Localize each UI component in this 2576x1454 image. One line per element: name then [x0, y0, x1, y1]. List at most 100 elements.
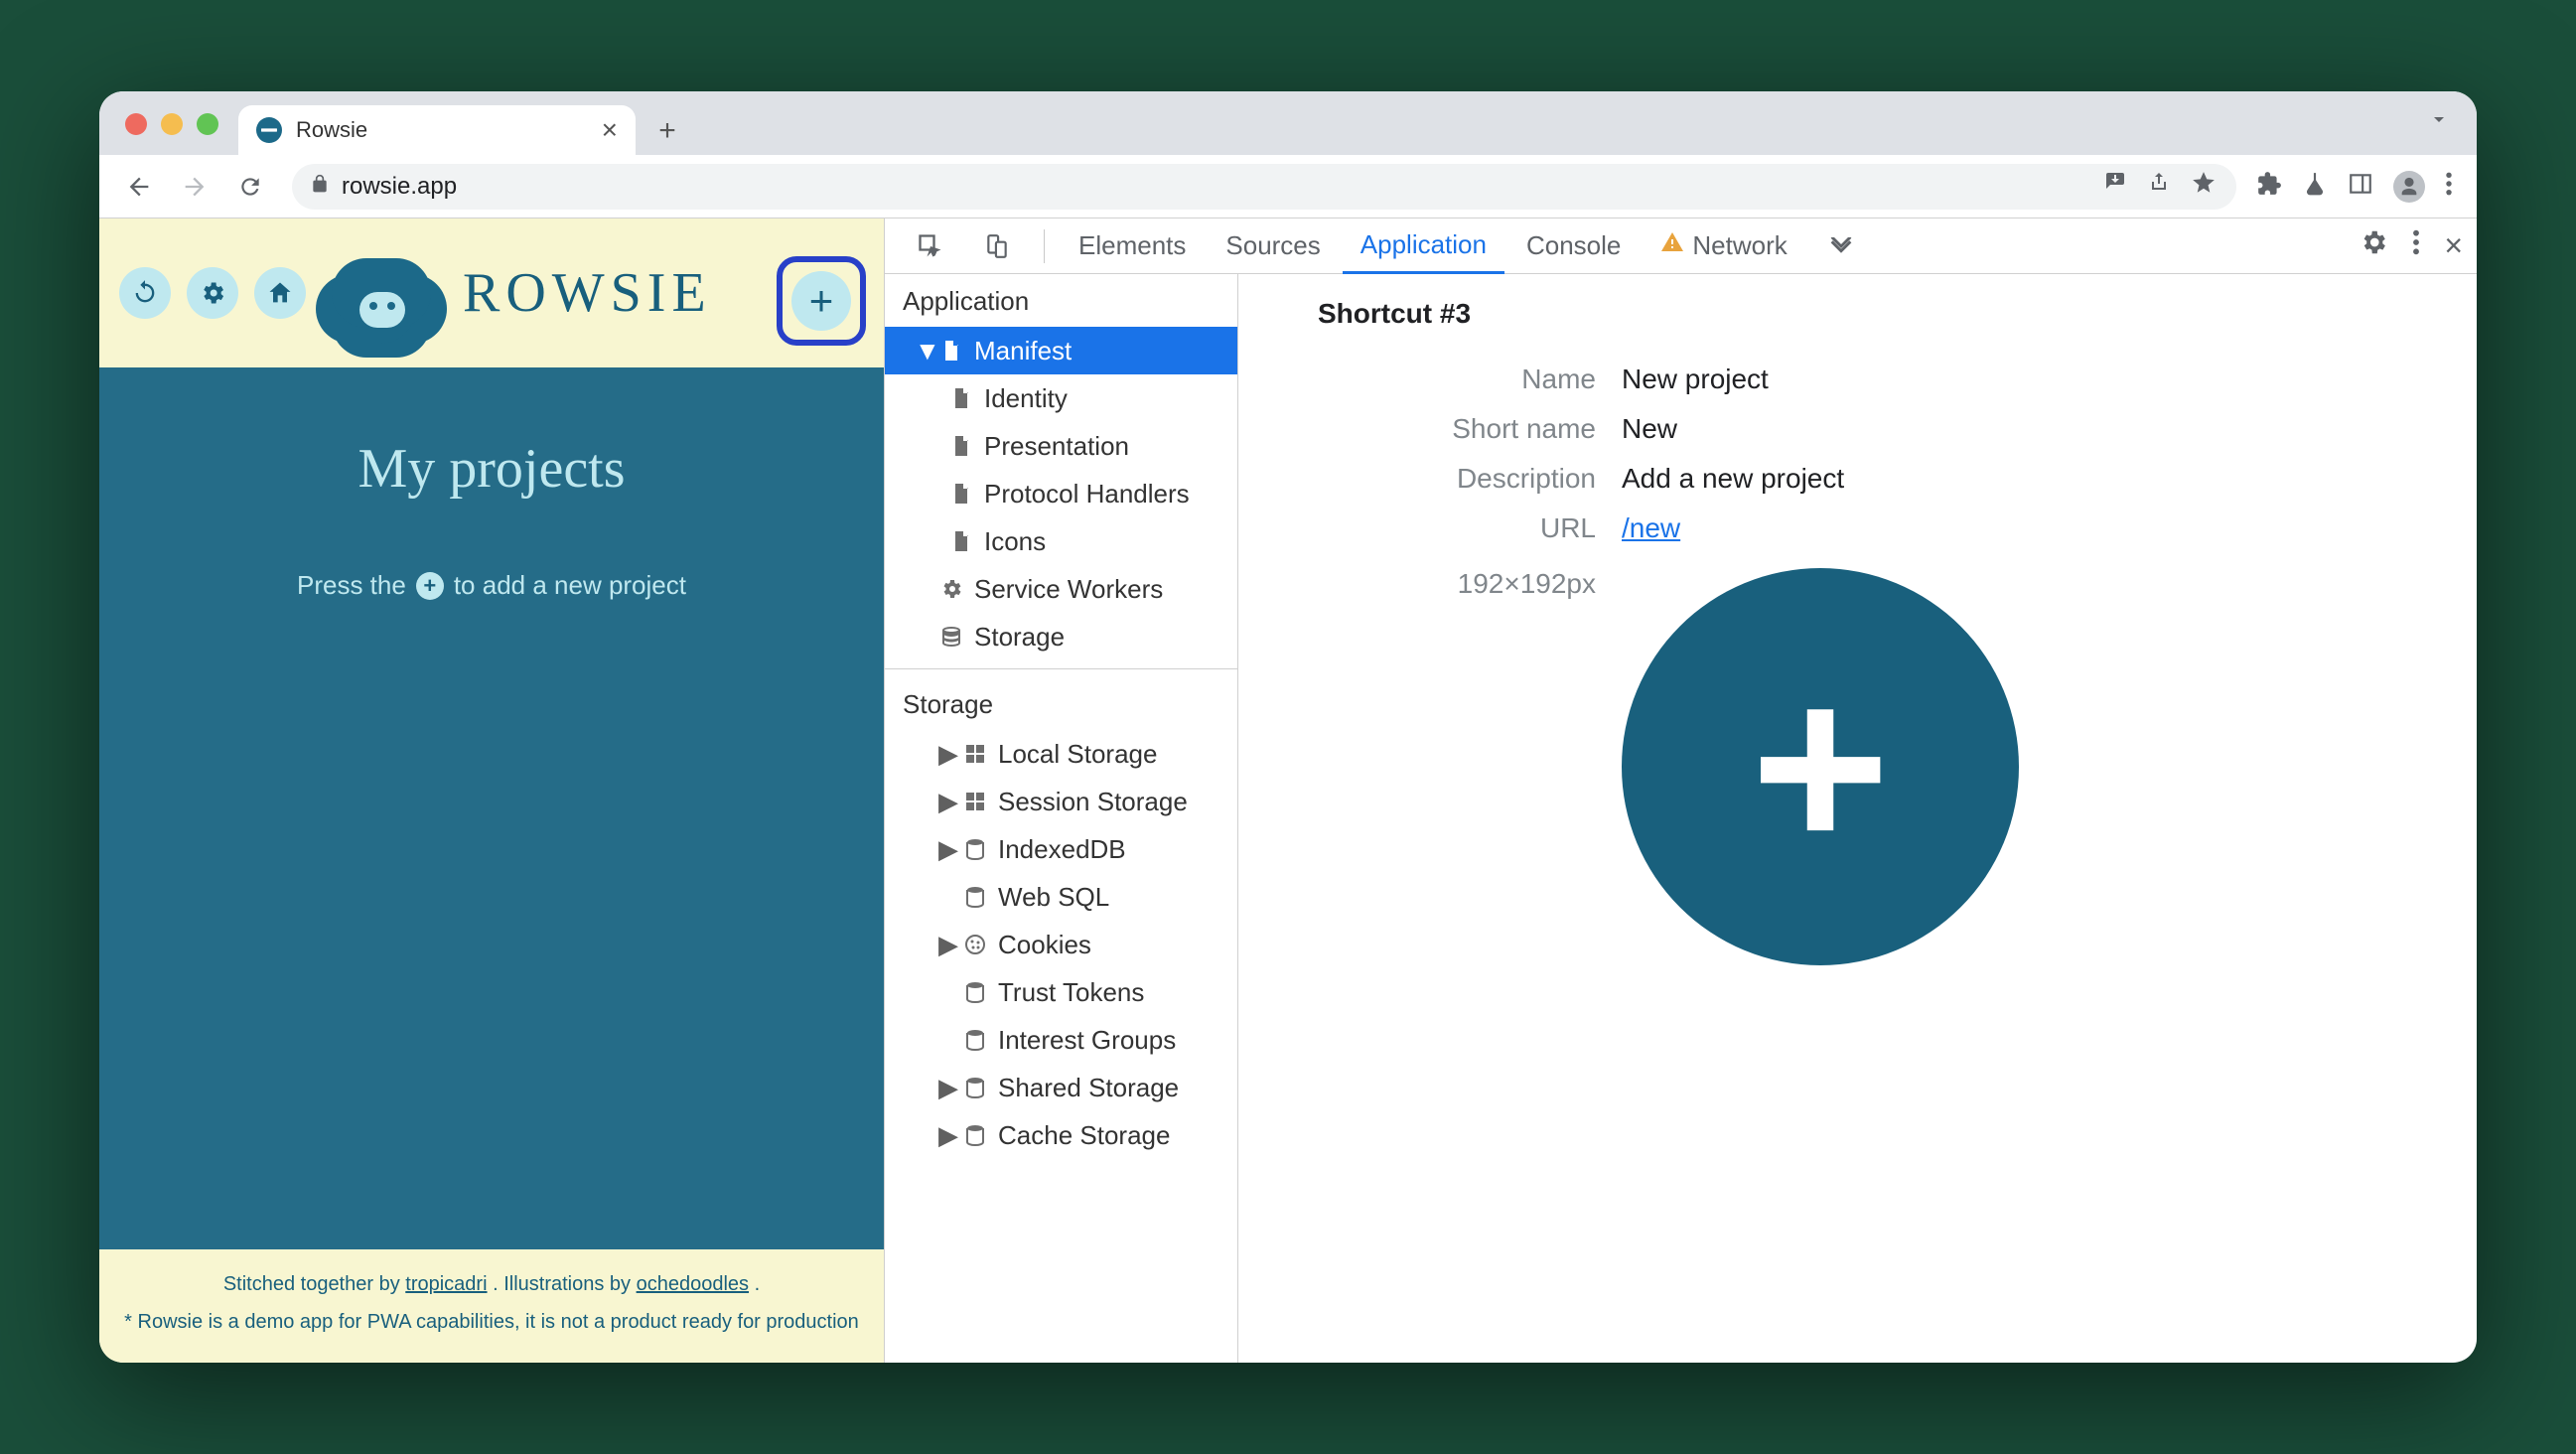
file-icon — [948, 481, 974, 507]
file-icon — [938, 338, 964, 364]
footer-suffix: . — [755, 1273, 761, 1295]
sidebar-item-storage[interactable]: Storage — [885, 613, 1237, 660]
tab-console[interactable]: Console — [1508, 218, 1639, 274]
sidebar-label: Shared Storage — [998, 1073, 1179, 1103]
maximize-window-button[interactable] — [197, 113, 218, 135]
devtools-close-icon[interactable]: × — [2444, 227, 2463, 264]
share-icon[interactable] — [2147, 170, 2171, 203]
window-controls — [125, 113, 218, 135]
extensions-icon[interactable] — [2256, 171, 2282, 202]
tab-elements[interactable]: Elements — [1061, 218, 1204, 274]
file-icon — [948, 433, 974, 459]
cookie-icon — [962, 932, 988, 957]
sidebar-item-websql[interactable]: Web SQL — [885, 873, 1237, 921]
sidebar-item-presentation[interactable]: Presentation — [885, 422, 1237, 470]
icon-dimensions-label: 192×192px — [1318, 568, 1596, 965]
group-application: Application — [885, 274, 1237, 327]
sidebar-item-manifest[interactable]: ▼ Manifest — [885, 327, 1237, 374]
browser-window: Rowsie × + — [99, 91, 2477, 1363]
bookmark-icon[interactable] — [2191, 170, 2217, 203]
sidebar-label: Storage — [974, 622, 1065, 653]
sidebar-label: Trust Tokens — [998, 977, 1144, 1008]
file-icon — [948, 528, 974, 554]
labs-icon[interactable] — [2302, 171, 2328, 202]
value-url-link[interactable]: /new — [1622, 512, 1680, 543]
devtools-menu-icon[interactable] — [2412, 228, 2420, 263]
sidebar-item-identity[interactable]: Identity — [885, 374, 1237, 422]
label-name: Name — [1318, 364, 1596, 395]
forward-button[interactable] — [173, 165, 216, 209]
devtools-settings-icon[interactable] — [2359, 227, 2388, 264]
database-icon — [962, 979, 988, 1005]
app-header: ROWSIE + — [99, 218, 884, 367]
footer-author-link[interactable]: tropicadri — [405, 1273, 487, 1295]
sidebar-item-idb[interactable]: ▶ IndexedDB — [885, 825, 1237, 873]
sidebar-item-ss[interactable]: ▶ Session Storage — [885, 778, 1237, 825]
devtools-content: Shortcut #3 Name New project Short name … — [1238, 274, 2477, 1363]
devtools-tabs: Elements Sources Application Console Net… — [885, 218, 2477, 274]
reload-button[interactable] — [228, 165, 272, 209]
sidebar-item-icons[interactable]: Icons — [885, 517, 1237, 565]
new-tab-button[interactable]: + — [644, 107, 691, 155]
app-body: My projects Press the + to add a new pro… — [99, 367, 884, 1249]
hint-before: Press the — [297, 570, 406, 601]
sidebar-label: Identity — [984, 383, 1068, 414]
settings-button[interactable] — [187, 267, 238, 319]
omnibox[interactable]: rowsie.app — [292, 164, 2236, 210]
tab-network-label: Network — [1692, 230, 1787, 261]
database-icon — [962, 884, 988, 910]
app-footer: Stitched together by tropicadri . Illust… — [99, 1249, 884, 1363]
sidebar-label: Cookies — [998, 930, 1091, 960]
home-button[interactable] — [254, 267, 306, 319]
tab-network[interactable]: Network — [1643, 218, 1804, 274]
inspect-element-button[interactable] — [899, 218, 962, 274]
sidebar-item-ls[interactable]: ▶ Local Storage — [885, 730, 1237, 778]
sidebar-label: IndexedDB — [998, 834, 1126, 865]
database-icon — [962, 1027, 988, 1053]
hint-after: to add a new project — [454, 570, 686, 601]
footer-prefix: Stitched together by — [223, 1273, 405, 1295]
tab-sources[interactable]: Sources — [1208, 218, 1338, 274]
database-icon — [962, 1075, 988, 1100]
app-wordmark: ROWSIE — [463, 261, 712, 325]
sidebar-label: Web SQL — [998, 882, 1109, 913]
sidebar-item-cookies[interactable]: ▶ Cookies — [885, 921, 1237, 968]
side-panel-icon[interactable] — [2348, 171, 2373, 202]
sidebar-label: Cache Storage — [998, 1120, 1170, 1151]
minimize-window-button[interactable] — [161, 113, 183, 135]
close-window-button[interactable] — [125, 113, 147, 135]
browser-tab[interactable]: Rowsie × — [238, 105, 636, 155]
back-button[interactable] — [117, 165, 161, 209]
sidebar-item-shs[interactable]: ▶ Shared Storage — [885, 1064, 1237, 1111]
more-tabs-button[interactable] — [1809, 218, 1873, 274]
close-tab-button[interactable]: × — [602, 114, 618, 146]
plus-icon — [1751, 648, 1890, 886]
chrome-menu-icon[interactable] — [2445, 171, 2453, 202]
profile-avatar[interactable] — [2393, 171, 2425, 203]
pane-heading: Shortcut #3 — [1318, 298, 2437, 330]
sidebar-item-sw[interactable]: Service Workers — [885, 565, 1237, 613]
sidebar-item-tt[interactable]: Trust Tokens — [885, 968, 1237, 1016]
database-icon — [962, 1122, 988, 1148]
database-icon — [938, 624, 964, 650]
footer-illustrator-link[interactable]: ochedoodles — [637, 1273, 749, 1295]
value-short-name: New — [1622, 413, 2437, 445]
sidebar-item-cs[interactable]: ▶ Cache Storage — [885, 1111, 1237, 1159]
value-description: Add a new project — [1622, 463, 2437, 495]
install-app-icon[interactable] — [2103, 170, 2127, 203]
device-toolbar-button[interactable] — [966, 218, 1028, 274]
rowsie-app: ROWSIE + My projects Press the + to add … — [99, 218, 884, 1363]
tabs-menu-button[interactable] — [2427, 107, 2451, 138]
devtools-panel: Elements Sources Application Console Net… — [884, 218, 2477, 1363]
label-url: URL — [1318, 512, 1596, 544]
add-project-button[interactable]: + — [791, 271, 851, 331]
group-storage: Storage — [885, 677, 1237, 730]
file-icon — [948, 385, 974, 411]
sidebar-item-protocol[interactable]: Protocol Handlers — [885, 470, 1237, 517]
sync-button[interactable] — [119, 267, 171, 319]
sidebar-item-ig[interactable]: Interest Groups — [885, 1016, 1237, 1064]
tab-application[interactable]: Application — [1343, 218, 1504, 274]
tab-strip: Rowsie × + — [99, 91, 2477, 155]
database-icon — [962, 836, 988, 862]
footer-disclaimer: * Rowsie is a demo app for PWA capabilit… — [109, 1303, 874, 1341]
